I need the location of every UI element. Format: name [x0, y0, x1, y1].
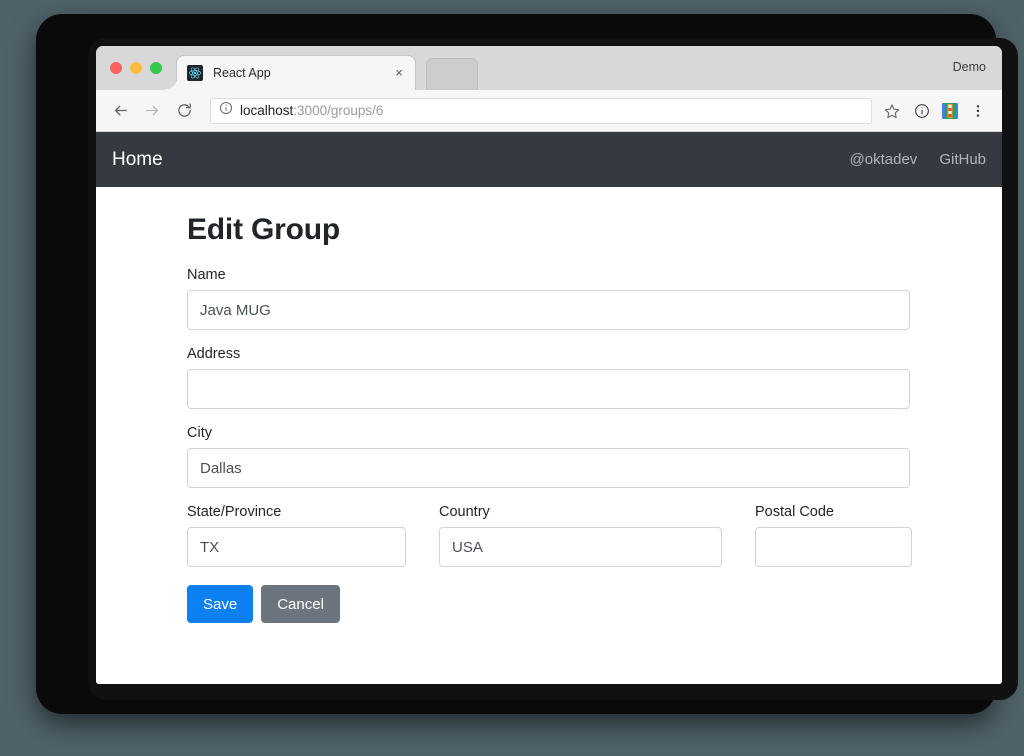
url-path: :3000/groups/6 — [293, 103, 384, 118]
url-host: localhost — [240, 103, 294, 118]
navbar-brand-home[interactable]: Home — [112, 149, 163, 171]
form-group-name: Name — [187, 267, 972, 330]
three-dot-menu-icon[interactable] — [964, 97, 992, 125]
device-frame: React App × Demo localhost:3000/groups/6… — [36, 14, 1018, 714]
state-input[interactable] — [187, 527, 406, 567]
info-circle-icon[interactable] — [219, 101, 233, 120]
react-logo-icon — [187, 65, 203, 81]
browser-tab-strip: React App × Demo — [96, 46, 1002, 90]
forward-arrow-icon[interactable] — [138, 97, 166, 125]
form-group-address: Address — [187, 346, 972, 409]
info-circle-icon[interactable] — [908, 97, 936, 125]
country-input[interactable] — [439, 527, 722, 567]
label-country: Country — [439, 504, 490, 520]
form-group-postal-code: Postal Code — [755, 504, 912, 567]
address-input[interactable] — [187, 369, 910, 409]
save-button[interactable]: Save — [187, 585, 254, 623]
close-window-button[interactable] — [110, 62, 122, 74]
browser-tab-active[interactable]: React App × — [165, 55, 416, 90]
form-actions: Save Cancel — [187, 585, 972, 623]
form-group-country: Country — [439, 504, 722, 567]
browser-profile-label[interactable]: Demo — [953, 60, 986, 74]
label-state: State/Province — [187, 504, 282, 520]
label-postal-code: Postal Code — [755, 504, 834, 520]
page-title: Edit Group — [187, 213, 340, 246]
extension-icon[interactable] — [936, 97, 964, 125]
close-tab-icon[interactable]: × — [391, 65, 407, 81]
maximize-window-button[interactable] — [150, 62, 162, 74]
browser-tab-inactive[interactable] — [426, 58, 478, 90]
url-text: localhost:3000/groups/6 — [240, 103, 383, 118]
app-navbar: Home @oktadev GitHub — [96, 132, 1002, 187]
form-group-city: City — [187, 425, 972, 488]
form-row-location: State/Province Country Postal Code — [187, 504, 972, 567]
edit-group-form: Edit Group Name Address City State/Provi… — [96, 213, 1002, 623]
navbar-link-github[interactable]: GitHub — [939, 151, 986, 168]
navbar-links: @oktadev GitHub — [850, 151, 986, 168]
browser-tab-title: React App — [213, 66, 271, 80]
browser-window: React App × Demo localhost:3000/groups/6… — [96, 46, 1002, 684]
name-input[interactable] — [187, 290, 910, 330]
form-group-state: State/Province — [187, 504, 406, 567]
back-arrow-icon[interactable] — [106, 97, 134, 125]
extension-icon-glyph — [942, 102, 958, 119]
postal-code-input[interactable] — [755, 527, 912, 567]
browser-toolbar: localhost:3000/groups/6 — [96, 90, 1002, 132]
cancel-button[interactable]: Cancel — [261, 585, 340, 623]
reload-icon[interactable] — [170, 97, 198, 125]
label-address: Address — [187, 346, 241, 362]
url-bar[interactable]: localhost:3000/groups/6 — [210, 97, 872, 124]
minimize-window-button[interactable] — [130, 62, 142, 74]
page-content: Edit Group Name Address City State/Provi… — [96, 187, 1002, 684]
navbar-link-oktadev[interactable]: @oktadev — [850, 151, 918, 168]
label-city: City — [187, 425, 212, 441]
star-icon[interactable] — [878, 97, 906, 125]
label-name: Name — [187, 267, 226, 283]
city-input[interactable] — [187, 448, 910, 488]
window-traffic-lights — [110, 62, 162, 74]
